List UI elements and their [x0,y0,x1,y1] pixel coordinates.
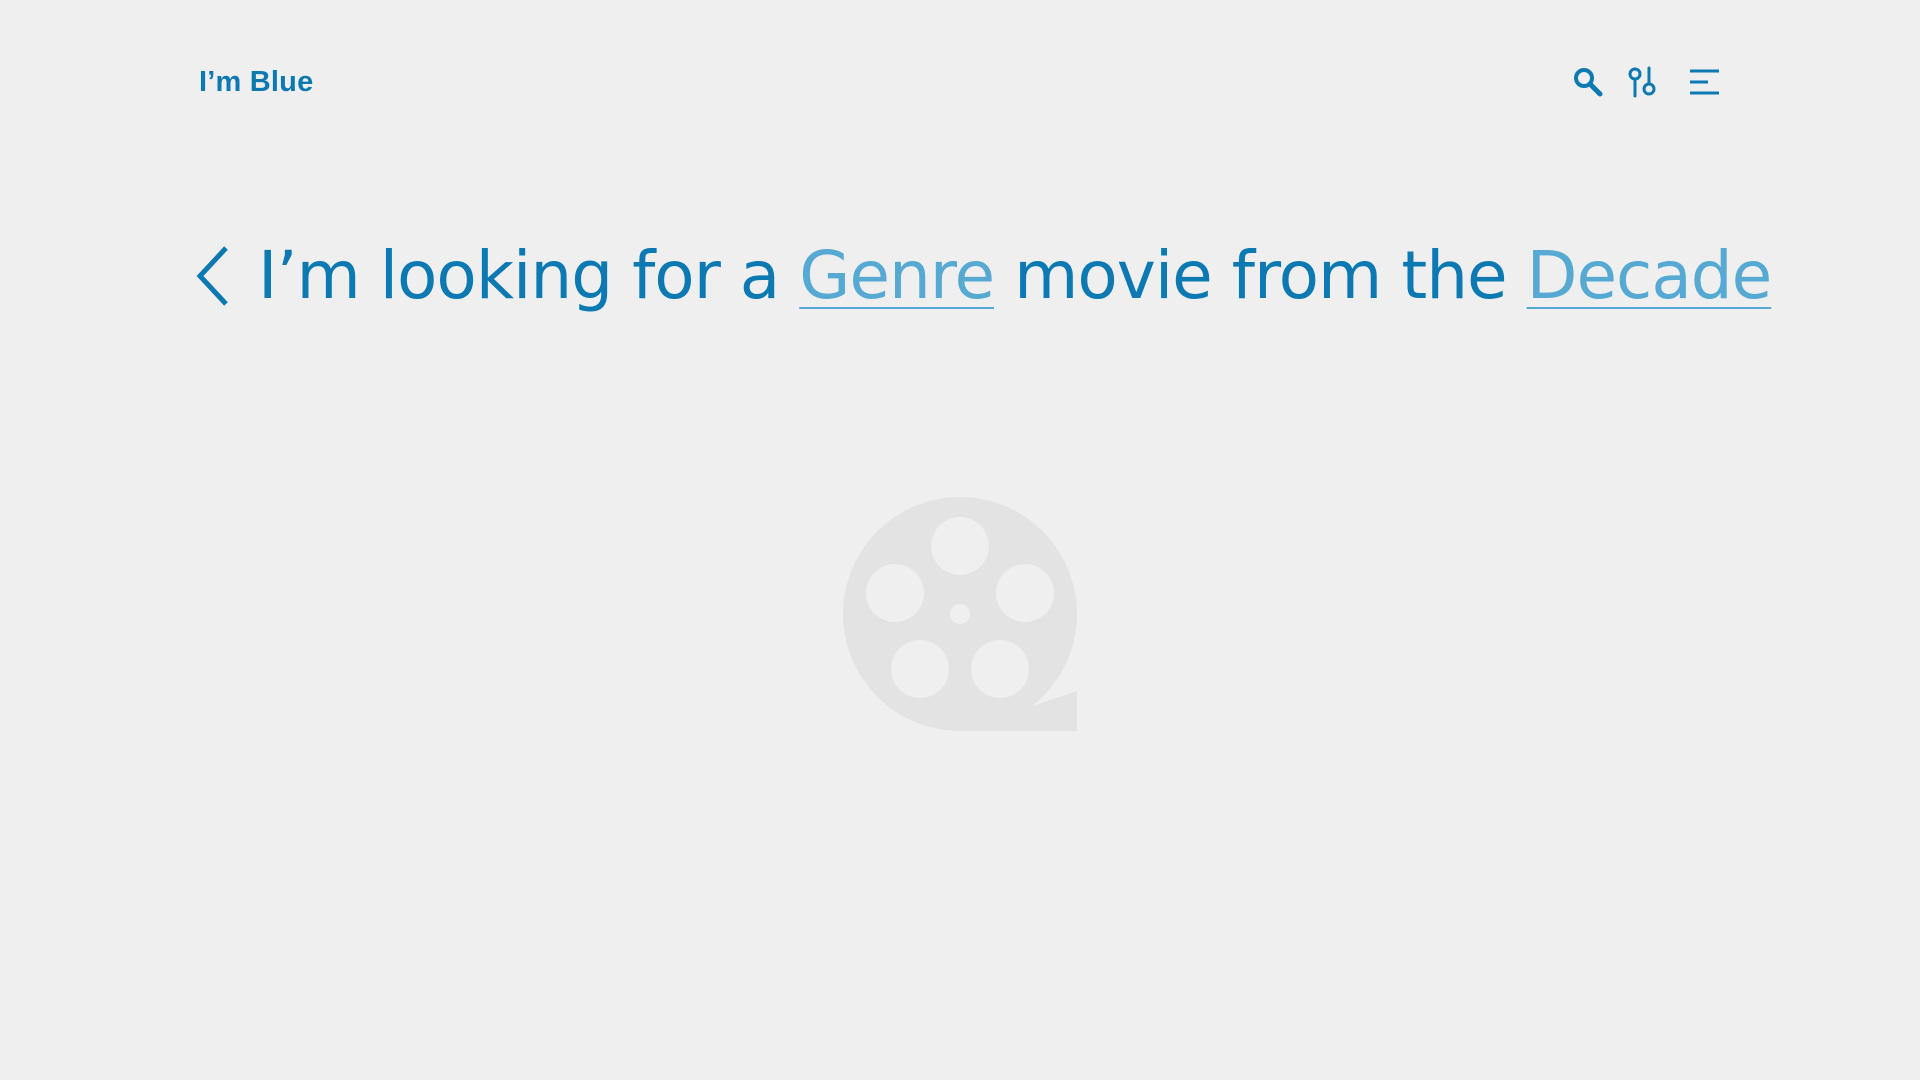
menu-button[interactable] [1686,64,1722,100]
query-text: I’m looking for a Genre movie from the D… [258,228,1773,324]
genre-selector[interactable]: Genre [799,237,995,314]
chevron-left-icon [192,242,236,310]
back-button[interactable] [192,242,236,310]
search-sentence: I’m looking for a Genre movie from the D… [192,228,1773,324]
query-prefix: I’m looking for a [258,237,780,314]
filter-button[interactable] [1625,64,1661,100]
filter-sliders-icon [1625,64,1661,100]
query-middle: movie from the [1014,237,1508,314]
decade-selector[interactable]: Decade [1527,237,1773,314]
film-reel-icon [840,496,1080,736]
menu-icon [1686,64,1722,100]
brand-logo[interactable]: I’m Blue [199,64,313,100]
search-button[interactable] [1570,64,1606,100]
search-icon [1570,64,1606,100]
empty-state-placeholder [840,496,1080,736]
